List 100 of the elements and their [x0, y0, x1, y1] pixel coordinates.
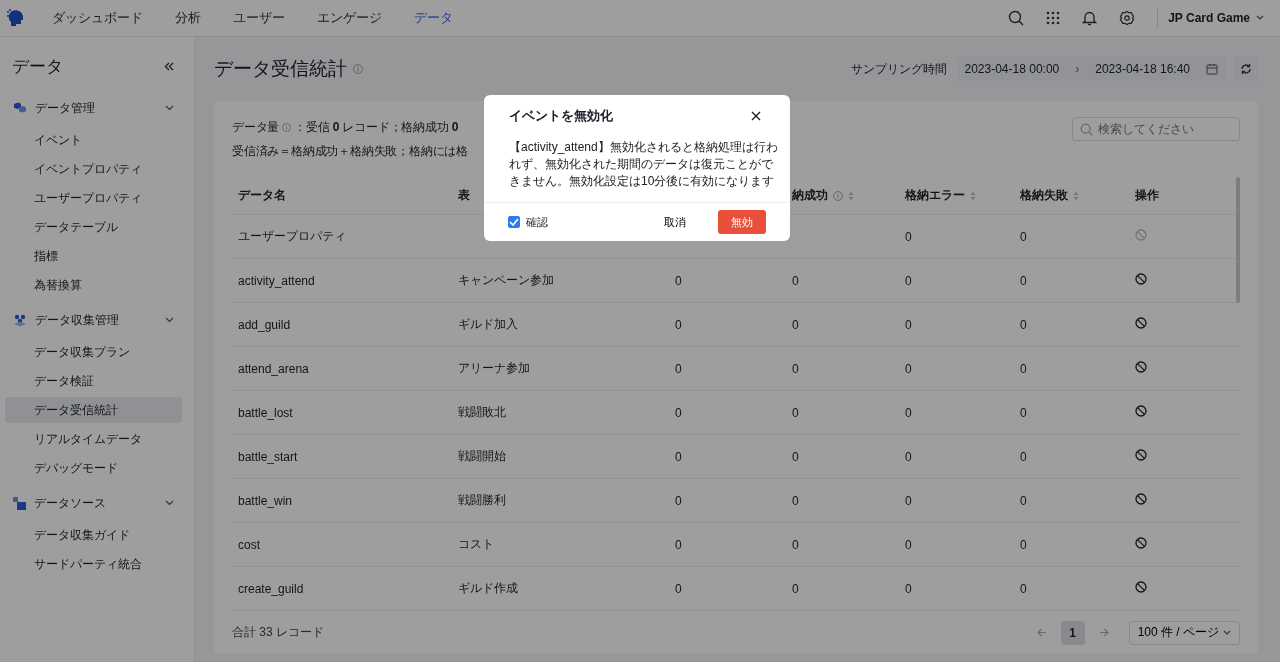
info-icon [282, 122, 292, 132]
table-cell: 0 [1020, 493, 1027, 508]
sidebar-group[interactable]: データ管理 [5, 92, 182, 124]
table-cell: 0 [1020, 449, 1027, 464]
table-cell: 0 [1020, 273, 1027, 288]
nav-tab[interactable]: 分析 [175, 9, 201, 27]
table-cell: 0 [675, 537, 682, 552]
table-cell: battle_win [238, 493, 293, 508]
sidebar-item[interactable]: データ受信統計 [5, 397, 182, 423]
nav-tab[interactable]: データ [414, 9, 453, 27]
cancel-button[interactable]: 取消 [656, 214, 694, 230]
sidebar-group[interactable]: データ収集管理 [5, 304, 182, 336]
checkbox[interactable] [508, 216, 520, 228]
page-button[interactable]: 1 [1060, 620, 1085, 645]
column-header: 表 [458, 187, 470, 204]
sidebar-item[interactable]: データ検証 [5, 368, 182, 394]
table-cell: キャンペーン参加 [458, 273, 554, 287]
info-icon [353, 64, 363, 74]
sidebar-item[interactable]: イベントプロパティ [5, 156, 182, 182]
table-cell: attend_arena [238, 361, 309, 376]
refresh-button[interactable] [1234, 57, 1258, 81]
table-cell: 0 [792, 449, 799, 464]
table-cell: 0 [1020, 361, 1027, 376]
table-cell: 0 [1020, 317, 1027, 332]
column-header: 操作 [1135, 187, 1159, 204]
disable-icon[interactable] [1135, 537, 1147, 549]
squares-icon [13, 496, 26, 510]
table-cell: 0 [675, 405, 682, 420]
sidebar-item[interactable]: デバッグモード [5, 455, 182, 481]
sidebar-item[interactable]: リアルタイムデータ [5, 426, 182, 452]
table-cell: 0 [792, 361, 799, 376]
sidebar-item[interactable]: イベント [5, 127, 182, 153]
table-cell: 戦闘敗北 [458, 405, 506, 419]
table-cell: 0 [905, 229, 912, 244]
table-cell: 0 [1020, 537, 1027, 552]
sidebar-title: データ [12, 56, 63, 78]
column-header: 格納失敗 [1020, 187, 1068, 204]
table-cell: 0 [675, 361, 682, 376]
table-cell: activity_attend [238, 273, 315, 288]
summary-text: ：受信 0 レコード；格納成功 0 [294, 118, 459, 136]
table-cell: 0 [675, 449, 682, 464]
disable-icon[interactable] [1135, 493, 1147, 505]
table-cell: create_guild [238, 581, 304, 596]
table-cell: 0 [905, 537, 912, 552]
table-cell: 0 [675, 317, 682, 332]
search-icon[interactable] [1008, 10, 1025, 26]
disable-icon[interactable] [1135, 317, 1147, 329]
table-cell: 0 [905, 317, 912, 332]
table-cell: 0 [792, 581, 799, 596]
disable-icon[interactable] [1135, 273, 1147, 285]
table-cell: add_guild [238, 317, 291, 332]
column-header: 格納エラー [905, 187, 965, 204]
total-count: 合計 33 レコード [232, 624, 324, 641]
table-cell: cost [238, 537, 260, 552]
info-icon [833, 190, 843, 201]
sidebar-item[interactable]: ユーザープロパティ [5, 185, 182, 211]
date-range-field[interactable]: 2023-04-18 00:00 › 2023-04-18 16:40 [956, 57, 1226, 81]
scrollbar[interactable] [1236, 177, 1240, 303]
table-cell: コスト [458, 537, 494, 551]
apps-grid-icon[interactable] [1046, 11, 1061, 25]
disable-icon[interactable] [1135, 405, 1147, 417]
project-selector[interactable]: JP Card Game [1168, 11, 1264, 25]
nav-tab[interactable]: ダッシュボード [52, 9, 143, 27]
disable-icon[interactable] [1135, 361, 1147, 373]
disable-icon[interactable] [1135, 449, 1147, 461]
table-cell: 0 [1020, 405, 1027, 420]
disable-button[interactable]: 無効 [718, 210, 766, 234]
sidebar-item[interactable]: データ収集プラン [5, 339, 182, 365]
close-icon[interactable] [751, 111, 761, 121]
table-cell: 0 [905, 449, 912, 464]
table-cell: ギルド加入 [458, 317, 518, 331]
nav-tab[interactable]: エンゲージ [317, 9, 382, 27]
column-header: 納成功 [792, 187, 828, 204]
sidebar-item[interactable]: 指標 [5, 243, 182, 269]
table-cell: 0 [905, 493, 912, 508]
table-cell: 0 [792, 317, 799, 332]
table-cell: 0 [1020, 229, 1027, 244]
table-cell: 0 [792, 493, 799, 508]
sidebar-group[interactable]: データソース [5, 487, 182, 519]
page-size-select[interactable]: 100 件 / ページ [1128, 620, 1240, 645]
sidebar-item[interactable]: データ収集ガイド [5, 522, 182, 548]
disable-icon[interactable] [1135, 581, 1147, 593]
sidebar-item[interactable]: サードパーティ統合 [5, 551, 182, 577]
bell-icon[interactable] [1082, 10, 1098, 26]
collapse-icon[interactable] [164, 62, 174, 71]
search-icon [1080, 123, 1093, 136]
sidebar-item[interactable]: データテーブル [5, 214, 182, 240]
logo-icon [6, 8, 26, 28]
sidebar-item[interactable]: 為替換算 [5, 272, 182, 298]
table-cell: 0 [675, 273, 682, 288]
caret-icon [1223, 629, 1231, 636]
sampling-label: サンプリング時間 [850, 60, 947, 78]
search-field[interactable]: 検索してください [1072, 117, 1240, 141]
settings-icon[interactable] [1119, 10, 1136, 26]
checkbox-label: 確認 [526, 214, 548, 230]
table-cell: 0 [675, 581, 682, 596]
dialog-title: イベントを無効化 [509, 107, 613, 125]
table-cell: ギルド作成 [458, 581, 518, 595]
table-cell: 0 [905, 361, 912, 376]
nav-tab[interactable]: ユーザー [233, 9, 285, 27]
